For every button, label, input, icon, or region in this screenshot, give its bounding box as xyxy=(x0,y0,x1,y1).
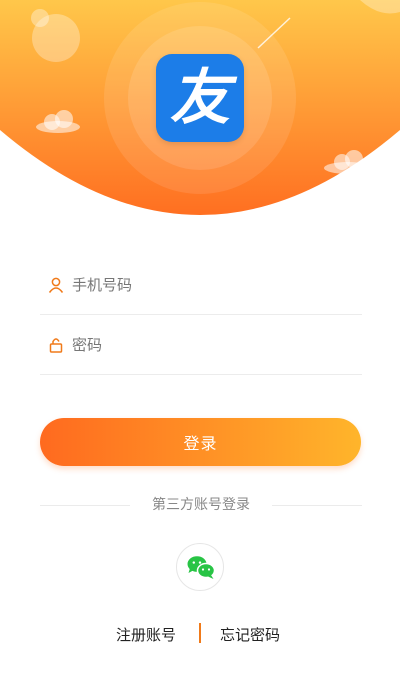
phone-input[interactable] xyxy=(72,270,352,300)
third-party-login-label: 第三方账号登录 xyxy=(152,497,250,513)
password-field-row xyxy=(40,316,362,375)
header-banner: 友 xyxy=(0,0,400,220)
wechat-login-button[interactable] xyxy=(176,543,224,591)
wechat-icon xyxy=(187,556,216,579)
divider-right xyxy=(272,505,362,506)
divider-left xyxy=(40,505,130,506)
register-link[interactable]: 注册账号 xyxy=(116,624,176,645)
phone-field-row xyxy=(40,256,362,315)
forgot-password-link[interactable]: 忘记密码 xyxy=(220,624,280,645)
app-logo: 友 xyxy=(156,54,244,142)
password-input[interactable] xyxy=(72,330,352,360)
link-separator xyxy=(199,623,201,643)
user-icon xyxy=(48,277,64,293)
app-logo-char: 友 xyxy=(170,63,230,133)
decorative-bubble-small xyxy=(31,9,49,27)
login-button[interactable]: 登录 xyxy=(40,418,361,466)
lock-icon xyxy=(49,338,63,353)
